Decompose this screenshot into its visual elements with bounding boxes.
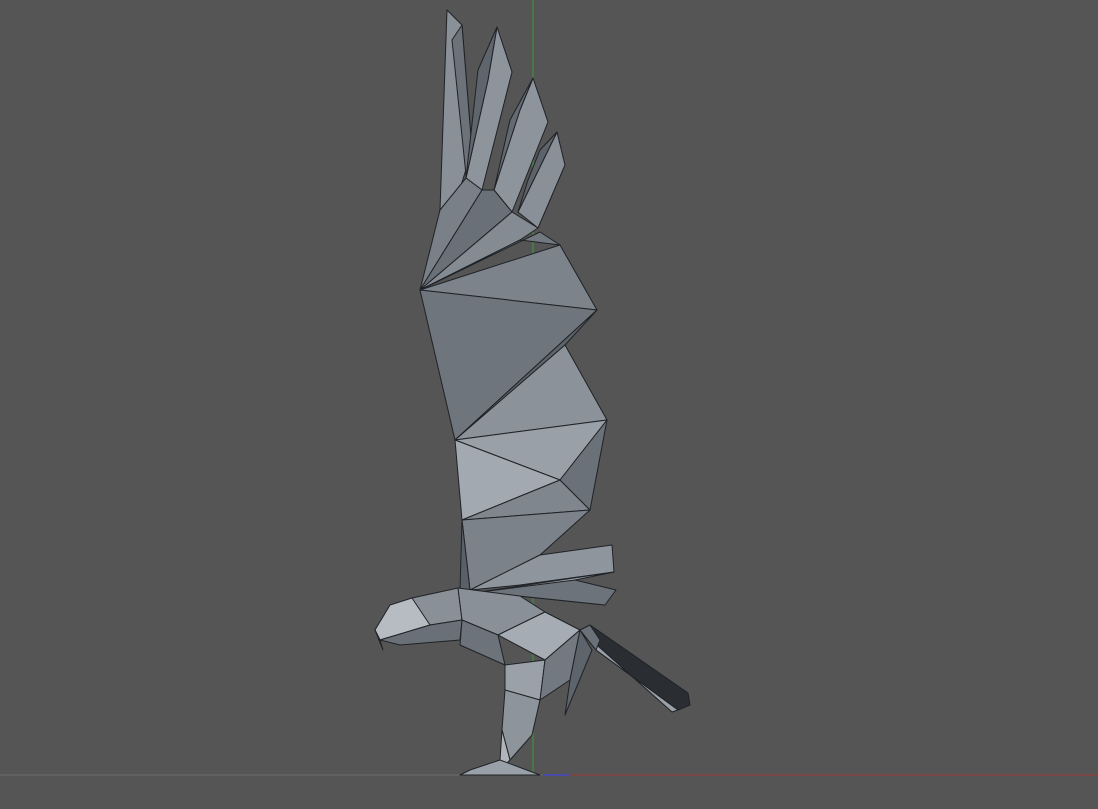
3d-viewport[interactable]: [0, 0, 1098, 804]
viewport-canvas[interactable]: [0, 0, 1098, 804]
